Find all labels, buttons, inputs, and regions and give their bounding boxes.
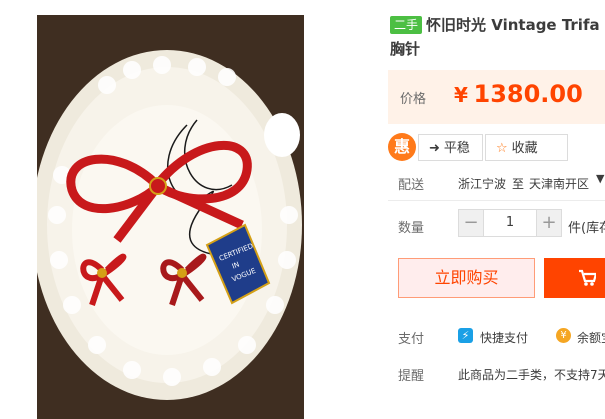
yuebao-icon: ¥ <box>556 328 571 343</box>
arrow-right-icon: ➜ <box>429 141 440 156</box>
quantity-minus-button[interactable]: − <box>458 209 484 237</box>
shipping-destination[interactable]: 天津南开区 <box>529 175 589 192</box>
buy-now-button[interactable]: 立即购买 <box>398 258 535 298</box>
stock-text: 件(库存 <box>568 221 605 236</box>
title-line2: 胸针 <box>390 40 421 58</box>
price-box: 价格 ¥ 1380.00 <box>388 70 605 124</box>
divider <box>388 200 605 201</box>
cart-icon <box>578 258 598 313</box>
payment-label: 支付 <box>398 332 425 347</box>
price-value: ¥ 1380.00 <box>454 80 583 108</box>
product-info-panel: 二手 怀旧时光 Vintage Trifa 胸针 价格 ¥ 1380.00 惠 ➜… <box>370 0 605 419</box>
discount-icon[interactable]: 惠 <box>388 133 416 161</box>
price-amount: 1380.00 <box>473 80 583 108</box>
quantity-plus-button[interactable]: + <box>536 209 562 237</box>
quantity-label: 数量 <box>398 221 425 236</box>
quick-pay-icon: ⚡ <box>458 328 473 343</box>
payment-option-quick: 快捷支付 <box>480 331 529 345</box>
star-icon: ☆ <box>496 141 508 156</box>
price-currency: ¥ <box>454 83 468 107</box>
favorite-button[interactable]: ☆ 收藏 <box>485 134 568 161</box>
payment-option-yuebao: 余额宝 <box>577 331 605 345</box>
shipping-to-word: 至 <box>512 177 525 191</box>
favorite-label: 收藏 <box>511 141 538 156</box>
pingwen-button[interactable]: ➜ 平稳 <box>418 134 483 161</box>
shipping-label: 配送 <box>398 178 425 193</box>
price-label: 价格 <box>400 92 427 107</box>
secondhand-tag: 二手 <box>390 16 423 34</box>
reminder-label: 提醒 <box>398 369 425 384</box>
add-to-cart-button[interactable] <box>544 258 605 298</box>
product-title: 二手 怀旧时光 Vintage Trifa <box>390 14 605 36</box>
title-line1: 怀旧时光 Vintage Trifa <box>426 16 600 34</box>
shipping-from: 浙江宁波 <box>458 177 507 191</box>
chevron-down-icon[interactable]: ▼ <box>596 172 604 185</box>
product-photo[interactable]: CERTIFIED IN VOGUE <box>37 15 304 419</box>
reminder-text: 此商品为二手类，不支持7天 <box>458 368 605 382</box>
pingwen-label: 平稳 <box>443 141 470 156</box>
quantity-input[interactable]: 1 <box>484 209 536 237</box>
